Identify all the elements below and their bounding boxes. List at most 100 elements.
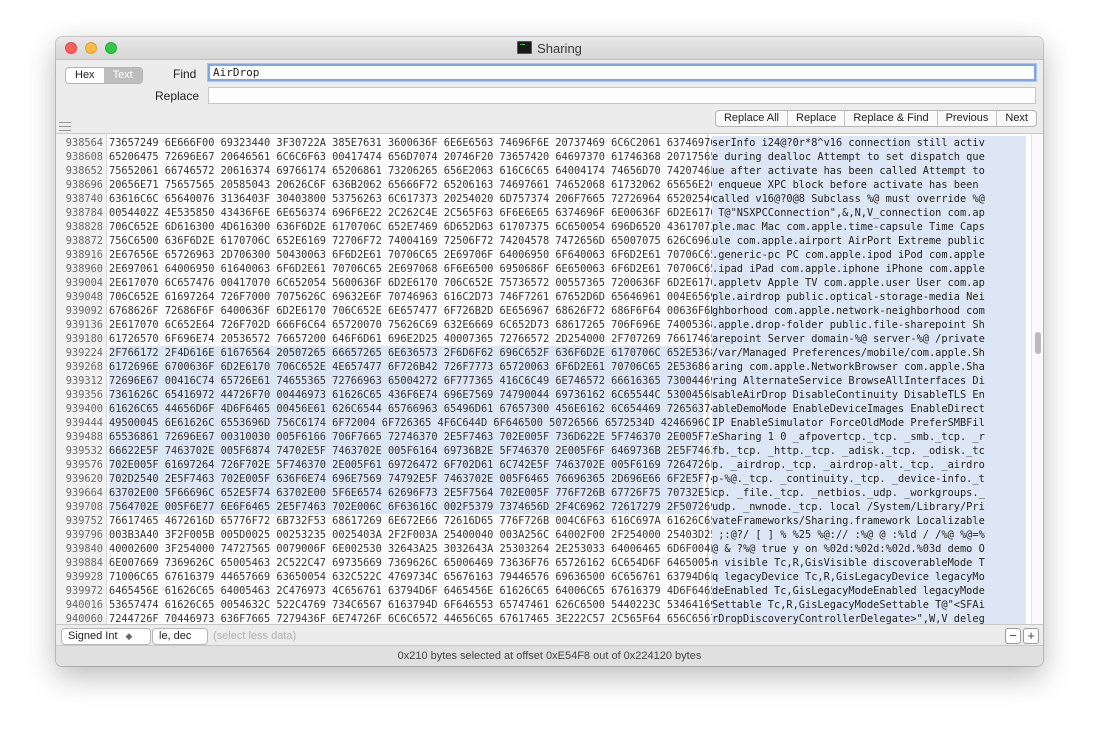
text-row[interactable]: rDropDiscoveryControllerDelegate>",W,V_d…: [712, 612, 1026, 624]
text-row[interactable]: fb._tcp. _http._tcp. _adisk._tcp. _odisk…: [712, 444, 1026, 458]
text-row[interactable]: cp. _file._tcp. _netbios._udp. _workgrou…: [712, 486, 1026, 500]
text-row[interactable]: .generic-pc PC com.apple.ipod iPod com.a…: [712, 248, 1026, 262]
text-row[interactable]: /var/Managed Preferences/mobile/com.appl…: [712, 346, 1026, 360]
text-row[interactable]: q legacyDevice Tc,R,GisLegacyDevice lega…: [712, 570, 1026, 584]
row-offset: 939444: [65, 417, 103, 429]
text-row[interactable]: vateFrameworks/Sharing.framework Localiz…: [712, 514, 1026, 528]
text-row[interactable]: .apple.drop-folder public.file-sharepoin…: [712, 318, 1026, 332]
hex-row[interactable]: 71006C65 67616379 44657669 63650054 632C…: [109, 570, 717, 584]
text-row[interactable]: ule com.apple.airport AirPort Extreme pu…: [712, 234, 1026, 248]
hex-row[interactable]: 6768626F 72686F6F 6400636F 6D2E6170 706C…: [109, 304, 717, 318]
text-row[interactable]: .appletv Apple TV com.apple.user User co…: [712, 276, 1026, 290]
row-offset: 939180: [65, 333, 103, 345]
hex-row[interactable]: 6465456E 61626C65 64005463 2C476973 4C65…: [109, 584, 717, 598]
remove-button[interactable]: −: [1005, 628, 1021, 644]
hex-editor-view[interactable]: 938564 73657249 6E666F00 69323440 3F30722…: [56, 133, 1043, 625]
replace-button[interactable]: Replace: [787, 111, 844, 126]
row-offset: 940016: [65, 599, 103, 611]
text-row[interactable]: ;:@?/ [ ] % %25 %@:// :%@ @ :%ld / /%@ %…: [712, 528, 1026, 542]
text-row[interactable]: ple.airdrop public.optical-storage-media…: [712, 290, 1026, 304]
row-offset: 939532: [65, 445, 103, 457]
text-row[interactable]: T@"NSXPCConnection",&,N,V_connection com…: [712, 206, 1026, 220]
text-row[interactable]: aring com.apple.NetworkBrowser com.apple…: [712, 360, 1026, 374]
hex-row[interactable]: 6172696E 6700636F 6D2E6170 706C652E 4E65…: [109, 360, 717, 374]
scrollbar-thumb[interactable]: [1035, 332, 1041, 354]
hex-row[interactable]: 702D2540 2E5F7463 702E005F 636F6E74 696E…: [109, 472, 717, 486]
text-row[interactable]: ghborhood com.apple.network-neighborhood…: [712, 304, 1026, 318]
text-row[interactable]: IP EnableSimulator ForceOldMode PreferSM…: [712, 416, 1026, 430]
text-row[interactable]: p. _airdrop._tcp. _airdrop-alt._tcp. _ai…: [712, 458, 1026, 472]
endian-select[interactable]: le, dec: [152, 628, 208, 645]
resize-handle-icon[interactable]: [59, 122, 71, 131]
hex-row[interactable]: 53657474 61626C65 0054632C 522C4769 734C…: [109, 598, 717, 612]
text-row[interactable]: sableAirDrop DisableContinuity DisableTL…: [712, 388, 1026, 402]
add-button[interactable]: +: [1023, 628, 1039, 644]
vertical-scrollbar[interactable]: [1031, 134, 1043, 624]
hex-row[interactable]: 2E697061 64006950 61640063 6F6D2E61 7070…: [109, 262, 717, 276]
text-row[interactable]: eSharing 1 0 _afpovertcp._tcp. _smb._tcp…: [712, 430, 1026, 444]
row-offset: 939092: [65, 305, 103, 317]
hex-row[interactable]: 66622E5F 7463702E 005F6874 74702E5F 7463…: [109, 444, 717, 458]
hex-row[interactable]: 40002600 3F254000 74727565 0079006F 6E00…: [109, 542, 717, 556]
hex-row[interactable]: 65536861 72696E67 00310030 005F6166 706F…: [109, 430, 717, 444]
hex-row[interactable]: 756C6500 636F6D2E 6170706C 652E6169 7270…: [109, 234, 717, 248]
replace-all-button[interactable]: Replace All: [716, 111, 787, 126]
text-row[interactable]: n visible Tc,R,GisVisible discoverableMo…: [712, 556, 1026, 570]
hex-row[interactable]: 7361626C 65416972 44726F70 00446973 6162…: [109, 388, 717, 402]
text-row[interactable]: udp. _nwnode._tcp. local /System/Library…: [712, 500, 1026, 514]
hex-row[interactable]: 706C652E 6D616300 4D616300 636F6D2E 6170…: [109, 220, 717, 234]
hex-row[interactable]: 49500045 6E61626C 6553696D 756C6174 6F72…: [109, 416, 710, 430]
hex-row[interactable]: 75652061 66746572 20616374 69766174 6520…: [109, 164, 717, 178]
text-row[interactable]: ue after activate has been called Attemp…: [712, 164, 1026, 178]
hex-row[interactable]: 2E67656E 65726963 2D706300 50430063 6F6D…: [109, 248, 717, 262]
replace-and-find-button[interactable]: Replace & Find: [844, 111, 936, 126]
hex-row[interactable]: 2F766172 2F4D616E 61676564 20507265 6665…: [109, 346, 717, 360]
hex-row[interactable]: 706C652E 61697264 726F7000 7075626C 6963…: [109, 290, 717, 304]
row-offset: 939004: [65, 277, 103, 289]
hex-mode-button[interactable]: Hex: [66, 68, 104, 83]
hex-row[interactable]: 63702E00 5F66696C 652E5F74 63702E00 5F6E…: [109, 486, 717, 500]
text-row[interactable]: ring AlternateService BrowseAllInterface…: [712, 374, 1026, 388]
data-type-value: Signed Int: [68, 630, 118, 642]
hex-row[interactable]: 702E005F 61697264 726F702E 5F746370 2E00…: [109, 458, 717, 472]
hex-row[interactable]: 2E617070 6C652E64 726F702D 666F6C64 6572…: [109, 318, 717, 332]
hex-row[interactable]: 6E007669 7369626C 65005463 2C522C47 6973…: [109, 556, 717, 570]
text-row[interactable]: Settable Tc,R,GisLegacyModeSettable T@"<…: [712, 598, 1026, 612]
hex-row[interactable]: 73657249 6E666F00 69323440 3F30722A 385E…: [109, 136, 717, 150]
text-row[interactable]: deEnabled Tc,GisLegacyModeEnabled legacy…: [712, 584, 1026, 598]
chevron-updown-icon: ◆: [125, 631, 133, 641]
text-row[interactable]: ple.mac Mac com.apple.time-capsule Time …: [712, 220, 1026, 234]
window-title-text: Sharing: [537, 41, 582, 56]
hex-row[interactable]: 0054402Z 4E535850 43436F6E 6E656374 696F…: [109, 206, 717, 220]
hex-row[interactable]: 72696E67 00416C74 65726E61 74655365 7276…: [109, 374, 717, 388]
text-row[interactable]: enqueue XPC block before activate has be…: [712, 178, 1026, 192]
hex-row[interactable]: 20656E71 75657565 20585043 20626C6F 636B…: [109, 178, 717, 192]
hex-row[interactable]: 63616C6C 65640076 3136403F 30403800 5375…: [109, 192, 717, 206]
text-row[interactable]: called v16@?0@8 Subclass %@ must overrid…: [712, 192, 1026, 206]
hex-row[interactable]: 61626C65 44656D6F 4D6F6465 00456E61 626C…: [109, 402, 717, 416]
previous-button[interactable]: Previous: [936, 111, 997, 126]
hex-row[interactable]: 2E617070 6C657476 00417070 6C652054 5600…: [109, 276, 717, 290]
text-row[interactable]: @ & ?%@ true y on %02d:%02d:%02d.%03d de…: [712, 542, 1026, 556]
text-row[interactable]: e during dealloc Attempt to set dispatch…: [712, 150, 1026, 164]
text-row[interactable]: .ipad iPad com.apple.iphone iPhone com.a…: [712, 262, 1026, 276]
text-mode-button[interactable]: Text: [103, 68, 142, 83]
text-row[interactable]: serInfo i24@?0r*8^v16 connection still a…: [712, 136, 1026, 150]
data-type-select[interactable]: Signed Int ◆: [61, 628, 151, 645]
find-field[interactable]: AirDrop: [208, 64, 1036, 81]
replace-field[interactable]: [208, 87, 1036, 104]
text-row[interactable]: ableDemoMode EnableDeviceImages EnableDi…: [712, 402, 1026, 416]
hex-row[interactable]: 7564702E 005F6E77 6E6F6465 2E5F7463 702E…: [109, 500, 717, 514]
text-row[interactable]: p-%@._tcp. _continuity._tcp. _device-inf…: [712, 472, 1026, 486]
hex-row[interactable]: 65206475 72696E67 20646561 6C6C6F63 0041…: [109, 150, 717, 164]
hex-row[interactable]: 61726570 6F696E74 20536572 76657200 646F…: [109, 332, 717, 346]
hex-text-toggle[interactable]: Hex Text: [65, 67, 143, 84]
document-icon: [517, 41, 533, 54]
window-title: Sharing: [56, 41, 1043, 56]
hex-row[interactable]: 003B3A40 3F2F005B 005D0025 00253235 0025…: [109, 528, 717, 542]
hex-row[interactable]: 7244726F 70446973 636F7665 7279436F 6E74…: [109, 612, 717, 624]
title-bar[interactable]: Sharing: [56, 37, 1043, 60]
hex-row[interactable]: 76617465 4672616D 65776F72 6B732F53 6861…: [109, 514, 717, 528]
text-row[interactable]: arepoint Server domain-%@ server-%@ /pri…: [712, 332, 1026, 346]
next-button[interactable]: Next: [996, 111, 1036, 126]
